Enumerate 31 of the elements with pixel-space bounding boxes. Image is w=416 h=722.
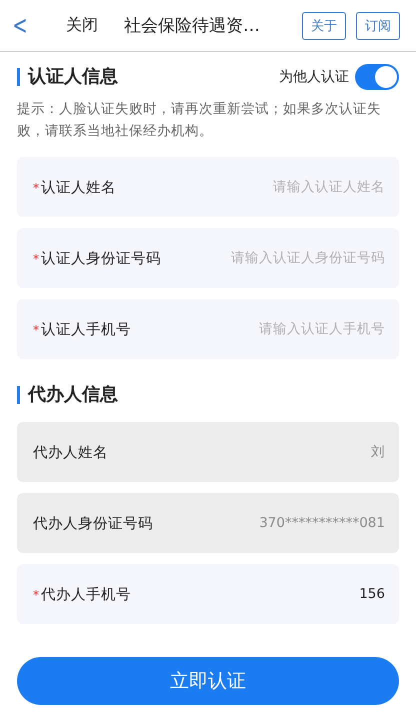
field-label: 代办人姓名 — [32, 444, 108, 462]
submit-button[interactable]: 立即认证 — [17, 657, 399, 705]
toggle-switch[interactable] — [355, 64, 399, 90]
field-label: *认证人手机号 — [32, 320, 131, 338]
nav-button[interactable]: 订阅 — [356, 12, 400, 40]
required-mark: * — [33, 322, 39, 336]
section-title: 代办人信息 — [17, 386, 118, 404]
required-mark: * — [33, 252, 39, 266]
toggle-label: 为他人认证 — [279, 68, 349, 86]
required-mark: * — [33, 180, 39, 194]
page-title: 社会保险待遇资… — [124, 15, 261, 37]
field-value: 156 — [359, 586, 385, 602]
nav-button[interactable]: 关于 — [302, 12, 346, 40]
field-label: *代办人手机号 — [32, 586, 131, 604]
field-value: 刘 — [371, 443, 385, 461]
field-label: 代办人身份证号码 — [32, 514, 153, 532]
field-label: *认证人身份证号码 — [32, 250, 161, 268]
placeholder-text: 请输入认证人姓名 — [273, 178, 385, 196]
form-field[interactable]: *认证人手机号 请输入认证人手机号 — [17, 299, 399, 359]
form-field[interactable]: *代办人手机号 156 — [17, 564, 399, 624]
close-button[interactable]: 关闭 — [66, 15, 98, 36]
form-field[interactable]: *认证人姓名 请输入认证人姓名 — [17, 157, 399, 217]
hint-text: 提示：人脸认证失败时，请再次重新尝试；如果多次认证失败，请联系当地社保经办机构。 — [17, 100, 382, 141]
placeholder-text: 请输入认证人身份证号码 — [231, 249, 385, 267]
placeholder-text: 请输入认证人手机号 — [259, 320, 385, 338]
required-mark: * — [33, 588, 39, 602]
form-field[interactable]: *认证人身份证号码 请输入认证人身份证号码 — [17, 228, 399, 288]
section-title: 认证人信息 — [17, 68, 118, 86]
field-value: 370***********081 — [259, 515, 385, 531]
field-label: *认证人姓名 — [32, 178, 116, 196]
back-button[interactable]: < — [8, 10, 32, 40]
